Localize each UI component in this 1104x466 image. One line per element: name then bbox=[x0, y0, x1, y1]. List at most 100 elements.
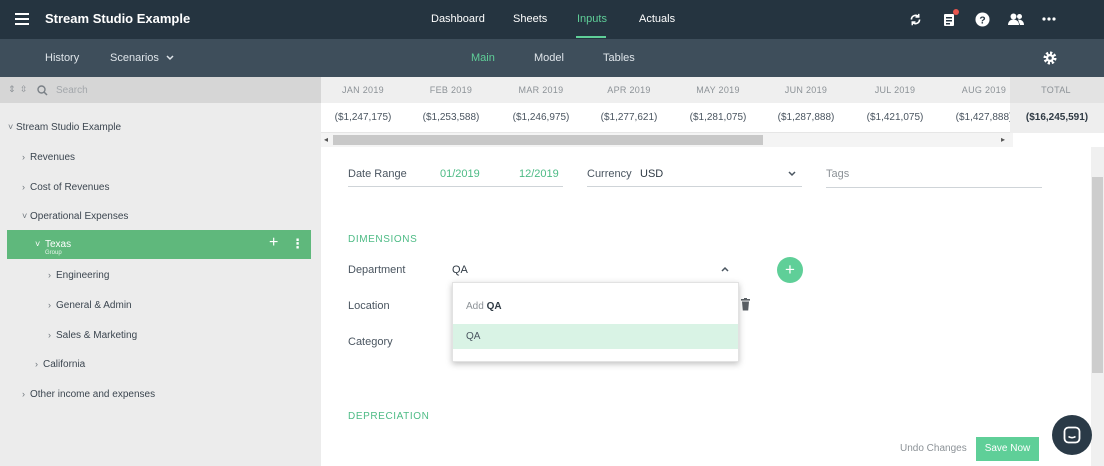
tree-item-texas[interactable]: ˅ Texas Group + ⋮ bbox=[7, 230, 311, 259]
search-icon bbox=[37, 85, 48, 96]
tab-main[interactable]: Main bbox=[471, 52, 495, 64]
month-value: ($1,246,975) bbox=[512, 112, 570, 123]
date-range-underline bbox=[348, 186, 563, 187]
currency-label: Currency bbox=[587, 168, 632, 180]
vertical-scrollbar[interactable] bbox=[1091, 147, 1104, 466]
save-now-button[interactable]: Save Now bbox=[976, 437, 1039, 461]
collapse-all-icon[interactable]: ⇕ bbox=[8, 84, 16, 95]
hamburger-menu-icon[interactable] bbox=[15, 13, 29, 25]
history-link[interactable]: History bbox=[45, 52, 79, 64]
total-column-header: TOTAL bbox=[1010, 77, 1104, 103]
horizontal-scrollbar[interactable]: ◂ ▸ bbox=[321, 133, 1013, 147]
gear-icon[interactable] bbox=[1042, 50, 1058, 66]
scroll-right-icon[interactable]: ▸ bbox=[1001, 135, 1005, 144]
month-header: APR 2019 bbox=[607, 85, 651, 95]
tree-item-root[interactable]: ˅ Stream Studio Example bbox=[8, 122, 121, 133]
month-header: JUL 2019 bbox=[874, 85, 916, 95]
scroll-left-icon[interactable]: ◂ bbox=[324, 135, 328, 144]
dimensions-title: DIMENSIONS bbox=[348, 234, 418, 245]
tree-item-general-admin[interactable]: › General & Admin bbox=[48, 300, 132, 311]
kebab-menu-icon[interactable]: ⋮ bbox=[291, 236, 304, 252]
sub-bar: History Scenarios Main Model Tables bbox=[0, 39, 1104, 77]
sidebar: ⇕ ⇳ ˅Stream Studio Example ›Revenues ›Co… bbox=[0, 77, 321, 466]
nav-inputs[interactable]: Inputs bbox=[577, 13, 607, 25]
month-header: JUN 2019 bbox=[784, 85, 828, 95]
tree-item-sublabel: Group bbox=[45, 250, 62, 256]
currency-select[interactable]: USD bbox=[640, 168, 663, 180]
chevron-right-icon: › bbox=[35, 359, 38, 369]
month-header: MAY 2019 bbox=[696, 85, 740, 95]
app-title: Stream Studio Example bbox=[45, 11, 191, 26]
date-range-label: Date Range bbox=[348, 168, 407, 180]
tree-item-label: Texas bbox=[45, 239, 72, 250]
chevron-up-icon[interactable] bbox=[721, 266, 729, 272]
chevron-right-icon: › bbox=[22, 389, 25, 399]
scrollbar-thumb[interactable] bbox=[333, 135, 763, 145]
tree-item-operational-expenses[interactable]: ˅ Operational Expenses bbox=[22, 211, 128, 222]
month-value: ($1,281,075) bbox=[689, 112, 747, 123]
chevron-right-icon: › bbox=[48, 270, 51, 280]
chevron-down-icon: ˅ bbox=[35, 239, 41, 249]
date-start-field[interactable]: 01/2019 bbox=[440, 168, 480, 180]
help-icon[interactable]: ? bbox=[974, 11, 990, 27]
month-value: ($1,277,621) bbox=[600, 112, 658, 123]
tags-underline bbox=[826, 187, 1042, 188]
chevron-down-icon[interactable] bbox=[788, 171, 796, 177]
dropdown-option[interactable]: QA bbox=[453, 324, 738, 349]
scenarios-label: Scenarios bbox=[110, 52, 159, 64]
month-value: ($1,421,075) bbox=[866, 112, 924, 123]
scenarios-menu[interactable]: Scenarios bbox=[110, 52, 174, 64]
add-icon[interactable]: + bbox=[269, 234, 278, 252]
nav-sheets[interactable]: Sheets bbox=[513, 13, 547, 25]
chevron-down-icon bbox=[166, 55, 174, 61]
tree-item-engineering[interactable]: › Engineering bbox=[48, 270, 109, 281]
department-label: Department bbox=[348, 264, 406, 276]
nav-dashboard[interactable]: Dashboard bbox=[431, 13, 485, 25]
chevron-down-icon: ˅ bbox=[22, 211, 28, 221]
total-value: ($16,245,591) bbox=[1010, 103, 1104, 133]
month-header: JAN 2019 bbox=[342, 85, 384, 95]
scrollbar-thumb[interactable] bbox=[1092, 177, 1103, 373]
department-dropdown: Add QA QA bbox=[452, 282, 739, 362]
location-label: Location bbox=[348, 300, 390, 312]
month-header: MAR 2019 bbox=[518, 85, 564, 95]
chat-launcher-button[interactable] bbox=[1052, 415, 1092, 455]
depreciation-title: DEPRECIATION bbox=[348, 411, 430, 422]
tab-model[interactable]: Model bbox=[534, 52, 564, 64]
nav-actuals[interactable]: Actuals bbox=[639, 13, 675, 25]
notification-dot bbox=[953, 9, 959, 15]
tags-input[interactable]: Tags bbox=[826, 168, 849, 180]
date-end-field[interactable]: 12/2019 bbox=[519, 168, 559, 180]
undo-changes-button[interactable]: Undo Changes bbox=[900, 443, 967, 454]
top-bar: Stream Studio Example Dashboard Sheets I… bbox=[0, 0, 1104, 39]
tree-item-revenues[interactable]: › Revenues bbox=[22, 152, 75, 163]
chevron-right-icon: › bbox=[22, 152, 25, 162]
sidebar-search-row: ⇕ ⇳ bbox=[0, 77, 321, 103]
tree-item-other[interactable]: › Other income and expenses bbox=[22, 389, 155, 400]
chevron-right-icon: › bbox=[22, 182, 25, 192]
nav-inputs-underline bbox=[576, 36, 606, 38]
tree-item-sales-marketing[interactable]: › Sales & Marketing bbox=[48, 330, 137, 341]
timeline-header: JAN 2019 FEB 2019 MAR 2019 APR 2019 MAY … bbox=[321, 77, 1104, 103]
dropdown-add-option[interactable]: Add QA bbox=[466, 301, 502, 312]
month-value: ($1,247,175) bbox=[334, 112, 392, 123]
currency-underline bbox=[587, 186, 802, 187]
tree-item-california[interactable]: › California bbox=[35, 359, 85, 370]
total-header: TOTAL bbox=[1041, 85, 1071, 95]
clipboard-icon[interactable] bbox=[941, 9, 959, 27]
users-icon[interactable] bbox=[1008, 11, 1024, 27]
svg-text:?: ? bbox=[979, 15, 985, 26]
tab-tables[interactable]: Tables bbox=[603, 52, 635, 64]
trash-icon[interactable] bbox=[740, 298, 751, 311]
more-icon[interactable] bbox=[1041, 11, 1057, 27]
department-select[interactable]: QA bbox=[452, 264, 468, 276]
sync-icon[interactable] bbox=[907, 11, 923, 27]
search-input[interactable] bbox=[56, 82, 296, 98]
expand-all-icon[interactable]: ⇳ bbox=[20, 84, 28, 95]
category-label: Category bbox=[348, 336, 393, 348]
tree-item-cost-of-revenues[interactable]: › Cost of Revenues bbox=[22, 182, 110, 193]
month-value: ($1,287,888) bbox=[777, 112, 835, 123]
chevron-right-icon: › bbox=[48, 300, 51, 310]
chat-icon bbox=[1063, 426, 1081, 444]
add-dimension-button[interactable]: + bbox=[777, 257, 803, 283]
